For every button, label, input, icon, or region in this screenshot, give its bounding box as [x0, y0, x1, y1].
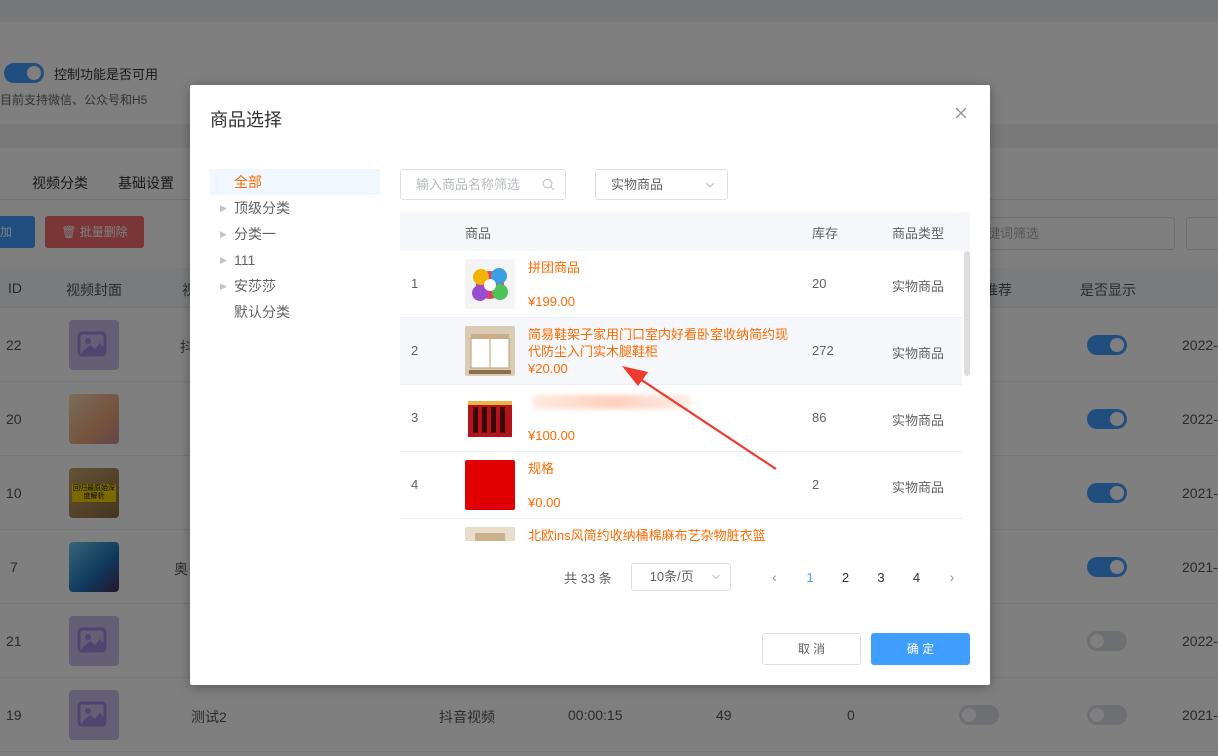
- product-type: 实物商品: [892, 279, 945, 294]
- product-table-header: 商品 库存 商品类型: [400, 212, 970, 251]
- row-index: 3: [411, 410, 419, 425]
- col-product-type: 商品类型: [892, 226, 945, 241]
- tree-item-ansasha[interactable]: ▶ 安莎莎: [210, 273, 380, 299]
- product-stock: 2: [812, 477, 820, 492]
- page-3-button[interactable]: 3: [863, 570, 899, 585]
- tree-item-label: 顶级分类: [234, 200, 290, 216]
- row-index: 2: [411, 343, 419, 358]
- product-search-field: [400, 169, 566, 200]
- paint-splash-image: [465, 259, 515, 309]
- search-icon[interactable]: [542, 178, 555, 191]
- page-2-button[interactable]: 2: [828, 570, 864, 585]
- prev-page-button[interactable]: ‹: [757, 569, 793, 585]
- product-price: ¥100.00: [528, 428, 575, 443]
- tree-item-label: 默认分类: [234, 304, 290, 320]
- product-table: 商品 库存 商品类型 1 拼团商品 ¥199.00 20 实物商品 2 简易鞋架…: [400, 212, 970, 541]
- product-select-dialog: 商品选择 全部 ▶ 顶级分类 ▶ 分类一 ▶ 111 ▶ 安莎莎 默认分类 实物商品 商…: [190, 85, 990, 685]
- table-row[interactable]: 4 规格 ¥0.00 2 实物商品: [400, 452, 962, 519]
- table-row[interactable]: 3 ¥100.00 86 实物商品: [400, 385, 962, 452]
- chevron-down-icon: [711, 574, 720, 580]
- table-row[interactable]: 2 简易鞋架子家用门口室内好看卧室收纳简约现代防尘入门实木腿鞋柜 ¥20.00 …: [400, 318, 962, 385]
- laundry-basket-image: [465, 527, 515, 541]
- page-size-value: 10条/页: [649, 569, 694, 584]
- caret-right-icon[interactable]: ▶: [220, 273, 227, 299]
- caret-right-icon[interactable]: ▶: [220, 195, 227, 221]
- product-type-select[interactable]: 实物商品: [595, 169, 728, 200]
- wine-gift-box-image: [465, 393, 515, 443]
- page-4-button[interactable]: 4: [899, 570, 935, 585]
- pagination-total: 共 33 条: [564, 570, 612, 586]
- blurred-product-name: [532, 395, 692, 409]
- col-product: 商品: [465, 226, 492, 241]
- cancel-button[interactable]: 取 消: [762, 633, 861, 665]
- tree-item-category-one[interactable]: ▶ 分类一: [210, 221, 380, 247]
- product-stock: 20: [812, 276, 827, 291]
- caret-right-icon[interactable]: ▶: [220, 247, 227, 273]
- product-type: 实物商品: [892, 480, 945, 495]
- product-stock: 272: [812, 343, 834, 358]
- page-1-button[interactable]: 1: [792, 570, 828, 585]
- close-icon[interactable]: [952, 104, 970, 122]
- col-stock: 库存: [812, 226, 839, 241]
- red-square-image: [465, 460, 515, 510]
- chevron-down-icon: [705, 182, 715, 188]
- product-name-link[interactable]: 拼团商品: [528, 259, 790, 276]
- product-price: ¥20.00: [528, 361, 568, 376]
- product-type: 实物商品: [892, 346, 945, 361]
- table-scrollbar[interactable]: [963, 251, 970, 541]
- product-name-link[interactable]: 规格: [528, 460, 790, 477]
- product-type: 实物商品: [892, 413, 945, 428]
- scrollbar-thumb[interactable]: [964, 251, 970, 376]
- tree-item-all[interactable]: 全部: [210, 169, 380, 195]
- product-stock: 86: [812, 410, 827, 425]
- row-index: 1: [411, 276, 419, 291]
- dialog-title: 商品选择: [210, 110, 282, 130]
- tree-item-label: 全部: [234, 174, 262, 190]
- tree-item-top-level[interactable]: ▶ 顶级分类: [210, 195, 380, 221]
- product-price: ¥0.00: [528, 495, 561, 510]
- product-search-input[interactable]: [401, 170, 531, 199]
- table-row[interactable]: 1 拼团商品 ¥199.00 20 实物商品: [400, 251, 962, 318]
- product-type-value: 实物商品: [611, 177, 664, 192]
- page-size-select[interactable]: 10条/页: [630, 563, 731, 591]
- tree-item-label: 安莎莎: [234, 278, 276, 294]
- tree-item-default[interactable]: 默认分类: [210, 299, 380, 325]
- tree-item-label: 111: [234, 252, 256, 268]
- pagination: 共 33 条 10条/页 ‹ 1 2 3 4 ›: [564, 563, 970, 591]
- product-price: ¥199.00: [528, 294, 575, 309]
- confirm-button[interactable]: 确 定: [871, 633, 970, 665]
- product-name-link[interactable]: 北欧ins风简约收纳桶棉麻布艺杂物脏衣篮: [528, 527, 790, 541]
- row-index: 4: [411, 477, 419, 492]
- category-tree: 全部 ▶ 顶级分类 ▶ 分类一 ▶ 111 ▶ 安莎莎 默认分类: [210, 169, 380, 325]
- tree-item-111[interactable]: ▶ 111: [210, 247, 380, 273]
- shoe-cabinet-image: [465, 326, 515, 376]
- caret-right-icon[interactable]: ▶: [220, 221, 227, 247]
- table-row[interactable]: 北欧ins风简约收纳桶棉麻布艺杂物脏衣篮: [400, 519, 962, 541]
- tree-item-label: 分类一: [234, 226, 276, 242]
- product-name-link[interactable]: 简易鞋架子家用门口室内好看卧室收纳简约现代防尘入门实木腿鞋柜: [528, 326, 790, 360]
- next-page-button[interactable]: ›: [934, 569, 970, 585]
